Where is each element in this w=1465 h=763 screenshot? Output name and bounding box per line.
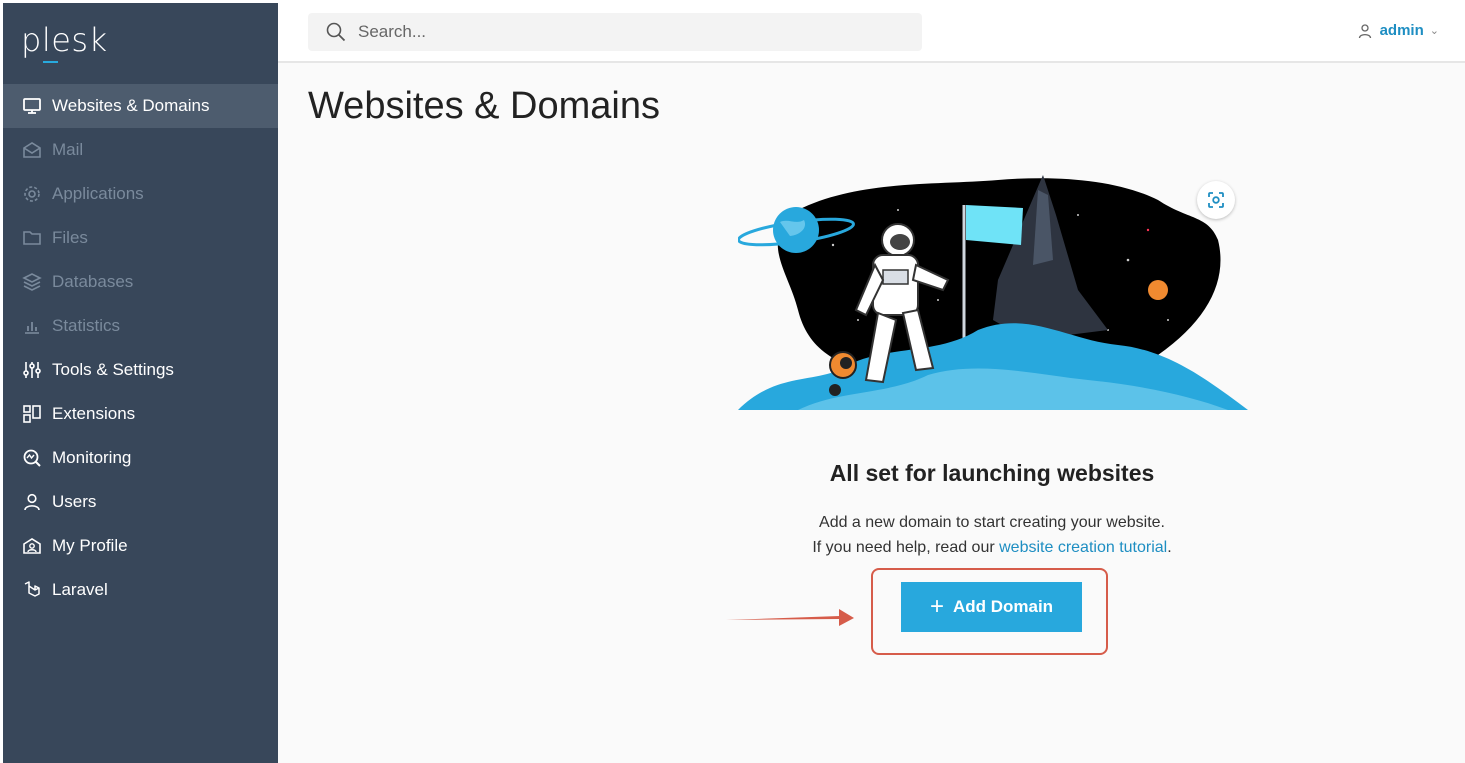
sidebar-item-label: Tools & Settings bbox=[52, 360, 174, 379]
sidebar-item-applications[interactable]: Applications bbox=[3, 172, 278, 216]
mail-icon bbox=[21, 139, 43, 161]
hero-line-2: If you need help, read our website creat… bbox=[278, 535, 1465, 560]
sidebar-item-monitoring[interactable]: Monitoring bbox=[3, 436, 278, 480]
topbar: admin ⌄ bbox=[278, 3, 1465, 63]
hero-line-2-suffix: . bbox=[1167, 539, 1172, 556]
page-title: Websites & Domains bbox=[308, 85, 660, 127]
monitor-icon bbox=[21, 95, 43, 117]
user-menu[interactable]: admin ⌄ bbox=[1357, 22, 1439, 39]
plus-icon: + bbox=[929, 593, 944, 620]
plesk-logo[interactable]: plesk bbox=[21, 21, 108, 59]
sliders-icon bbox=[21, 359, 43, 381]
user-icon bbox=[21, 491, 43, 513]
profile-icon bbox=[21, 535, 43, 557]
extensions-icon bbox=[21, 403, 43, 425]
sidebar-item-tools-settings[interactable]: Tools & Settings bbox=[3, 348, 278, 392]
sidebar-item-label: Websites & Domains bbox=[52, 96, 210, 115]
add-domain-label: Add Domain bbox=[952, 597, 1054, 616]
sidebar-item-mail[interactable]: Mail bbox=[3, 128, 278, 172]
bar-chart-icon bbox=[21, 315, 43, 337]
scan-button[interactable] bbox=[1197, 181, 1235, 219]
search-input[interactable] bbox=[356, 21, 900, 43]
logo-underline bbox=[43, 61, 58, 63]
annotation-arrow-icon bbox=[726, 609, 854, 626]
sidebar-item-websites-domains[interactable]: Websites & Domains bbox=[3, 84, 278, 128]
sidebar-item-extensions[interactable]: Extensions bbox=[3, 392, 278, 436]
scan-icon bbox=[1208, 192, 1224, 208]
sidebar-item-databases[interactable]: Databases bbox=[3, 260, 278, 304]
chevron-down-icon: ⌄ bbox=[1429, 25, 1439, 37]
sidebar-item-label: My Profile bbox=[52, 536, 128, 555]
sidebar-item-label: Files bbox=[52, 228, 88, 247]
sidebar-item-label: Mail bbox=[52, 140, 84, 159]
sidebar-item-label: Databases bbox=[52, 272, 134, 291]
sidebar-item-label: Laravel bbox=[52, 580, 108, 599]
sidebar-item-users[interactable]: Users bbox=[3, 480, 278, 524]
monitoring-icon bbox=[21, 447, 43, 469]
sidebar-item-label: Extensions bbox=[52, 404, 136, 423]
gear-icon bbox=[21, 183, 43, 205]
user-icon bbox=[1358, 23, 1371, 38]
hero-line-2-prefix: If you need help, read our bbox=[812, 539, 1000, 556]
sidebar: plesk Websites & Domains Mail Applicatio… bbox=[3, 3, 278, 763]
search-icon bbox=[326, 22, 346, 42]
folder-icon bbox=[21, 227, 43, 249]
sidebar-item-label: Monitoring bbox=[52, 448, 132, 467]
sidebar-item-files[interactable]: Files bbox=[3, 216, 278, 260]
laravel-icon bbox=[21, 579, 43, 601]
search-box[interactable] bbox=[308, 13, 922, 51]
sidebar-item-laravel[interactable]: Laravel bbox=[3, 568, 278, 612]
astronaut-illustration bbox=[738, 175, 1248, 410]
sidebar-nav: Websites & Domains Mail Applications Fil… bbox=[3, 84, 278, 612]
website-creation-tutorial-link[interactable]: website creation tutorial bbox=[999, 539, 1167, 556]
main-content: Websites & Domains All set for launching… bbox=[278, 63, 1465, 763]
sidebar-item-label: Applications bbox=[52, 184, 144, 203]
add-domain-button[interactable]: + Add Domain bbox=[901, 582, 1082, 632]
sidebar-item-statistics[interactable]: Statistics bbox=[3, 304, 278, 348]
sidebar-item-label: Users bbox=[52, 492, 97, 511]
hero-line-1: Add a new domain to start creating your … bbox=[819, 514, 1165, 531]
sidebar-item-label: Statistics bbox=[52, 316, 121, 335]
hero-description: Add a new domain to start creating your … bbox=[278, 510, 1465, 560]
sidebar-item-my-profile[interactable]: My Profile bbox=[3, 524, 278, 568]
database-icon bbox=[21, 271, 43, 293]
user-name: admin bbox=[1379, 22, 1424, 39]
hero-title: All set for launching websites bbox=[829, 460, 1155, 486]
